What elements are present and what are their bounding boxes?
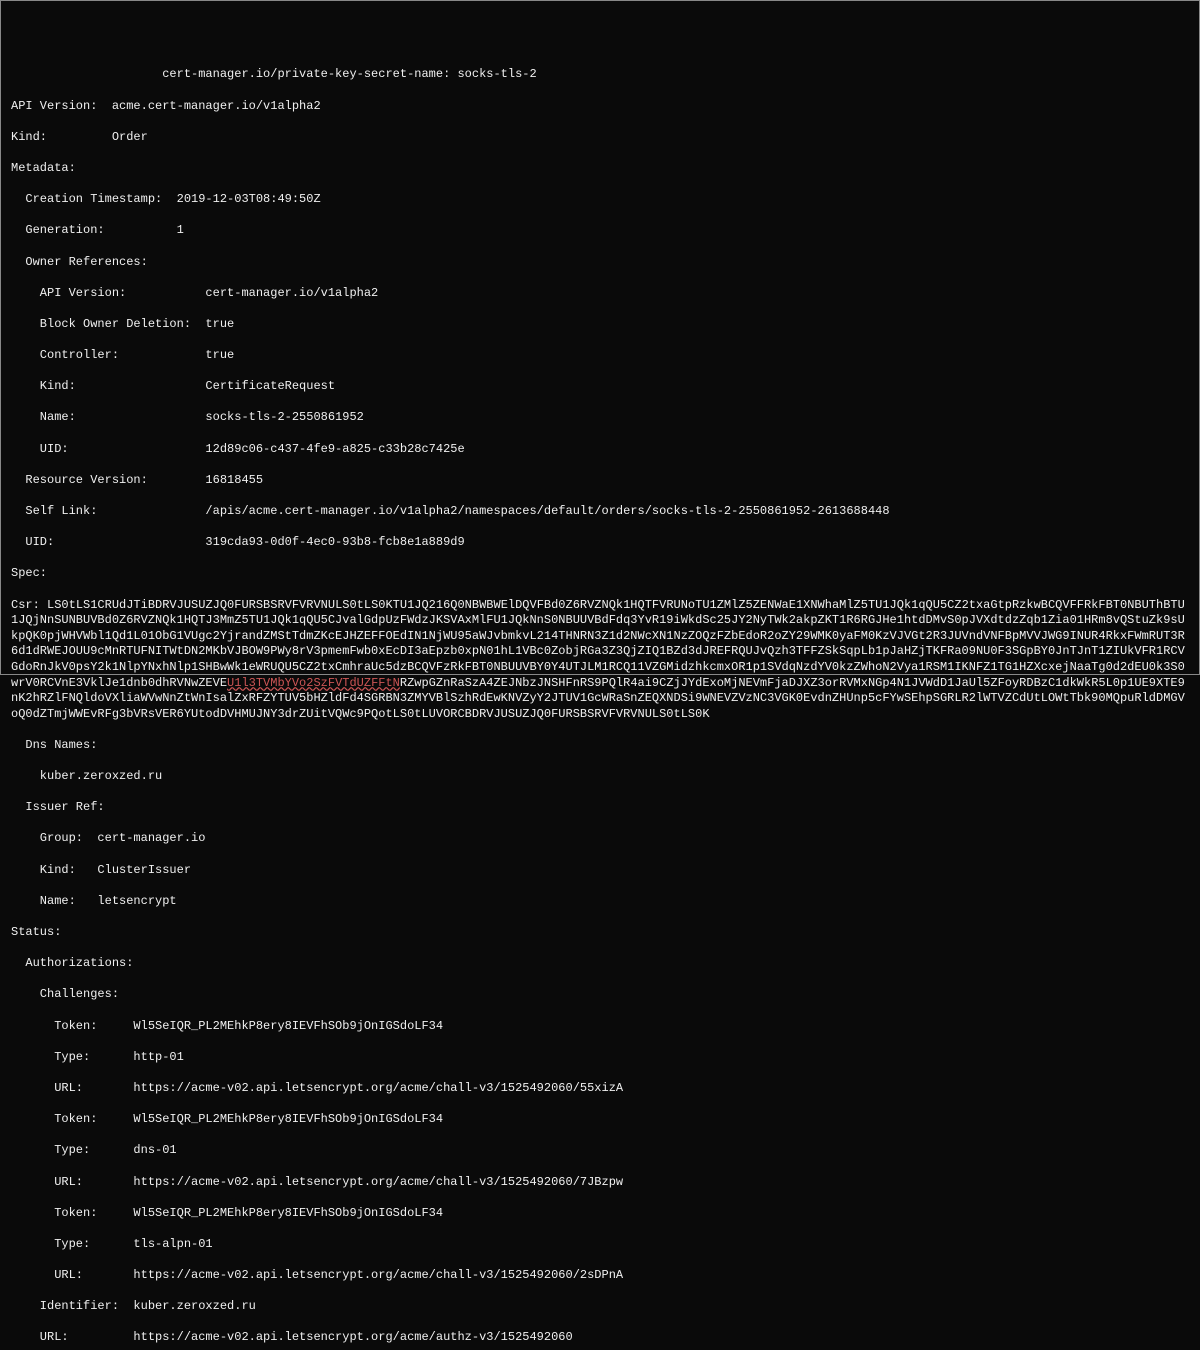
status-header: Status: [11, 925, 1189, 941]
challenge-token-1: Token: Wl5SeIQR_PL2MEhkP8ery8IEVFhSOb9jO… [11, 1019, 1189, 1035]
challenge-url-3: URL: https://acme-v02.api.letsencrypt.or… [11, 1268, 1189, 1284]
annotation-line: cert-manager.io/private-key-secret-name:… [11, 67, 1189, 83]
spec-header: Spec: [11, 566, 1189, 582]
challenge-url-1: URL: https://acme-v02.api.letsencrypt.or… [11, 1081, 1189, 1097]
kind-line: Kind: Order [11, 130, 1189, 146]
csr-block: Csr: LS0tLS1CRUdJTiBDRVJUSUZJQ0FURSBSRVF… [11, 598, 1189, 723]
dns-names-header: Dns Names: [11, 738, 1189, 754]
issuer-group-line: Group: cert-manager.io [11, 831, 1189, 847]
owner-uid-line: UID: 12d89c06-c437-4fe9-a825-c33b28c7425… [11, 442, 1189, 458]
authorizations-header: Authorizations: [11, 956, 1189, 972]
csr-prefix: Csr: [11, 598, 47, 612]
api-version-line: API Version: acme.cert-manager.io/v1alph… [11, 99, 1189, 115]
uid-line: UID: 319cda93-0d0f-4ec0-93b8-fcb8e1a889d… [11, 535, 1189, 551]
challenge-type-3: Type: tls-alpn-01 [11, 1237, 1189, 1253]
dns-name-value: kuber.zeroxzed.ru [11, 769, 1189, 785]
issuer-kind-line: Kind: ClusterIssuer [11, 863, 1189, 879]
identifier-line: Identifier: kuber.zeroxzed.ru [11, 1299, 1189, 1315]
authz-url-line: URL: https://acme-v02.api.letsencrypt.or… [11, 1330, 1189, 1346]
owner-api-version-line: API Version: cert-manager.io/v1alpha2 [11, 286, 1189, 302]
block-owner-deletion-line: Block Owner Deletion: true [11, 317, 1189, 333]
owner-kind-line: Kind: CertificateRequest [11, 379, 1189, 395]
owner-name-line: Name: socks-tls-2-2550861952 [11, 410, 1189, 426]
challenge-url-2: URL: https://acme-v02.api.letsencrypt.or… [11, 1175, 1189, 1191]
csr-highlight: U1l3TVMbYVo2SzFVTdUZFFtN [227, 676, 400, 690]
self-link-line: Self Link: /apis/acme.cert-manager.io/v1… [11, 504, 1189, 520]
resource-version-line: Resource Version: 16818455 [11, 473, 1189, 489]
issuer-ref-header: Issuer Ref: [11, 800, 1189, 816]
challenges-header: Challenges: [11, 987, 1189, 1003]
challenge-token-2: Token: Wl5SeIQR_PL2MEhkP8ery8IEVFhSOb9jO… [11, 1112, 1189, 1128]
challenge-type-2: Type: dns-01 [11, 1143, 1189, 1159]
creation-timestamp-line: Creation Timestamp: 2019-12-03T08:49:50Z [11, 192, 1189, 208]
generation-line: Generation: 1 [11, 223, 1189, 239]
challenge-token-3: Token: Wl5SeIQR_PL2MEhkP8ery8IEVFhSOb9jO… [11, 1206, 1189, 1222]
owner-references-header: Owner References: [11, 255, 1189, 271]
metadata-header: Metadata: [11, 161, 1189, 177]
issuer-name-line: Name: letsencrypt [11, 894, 1189, 910]
controller-line: Controller: true [11, 348, 1189, 364]
challenge-type-1: Type: http-01 [11, 1050, 1189, 1066]
